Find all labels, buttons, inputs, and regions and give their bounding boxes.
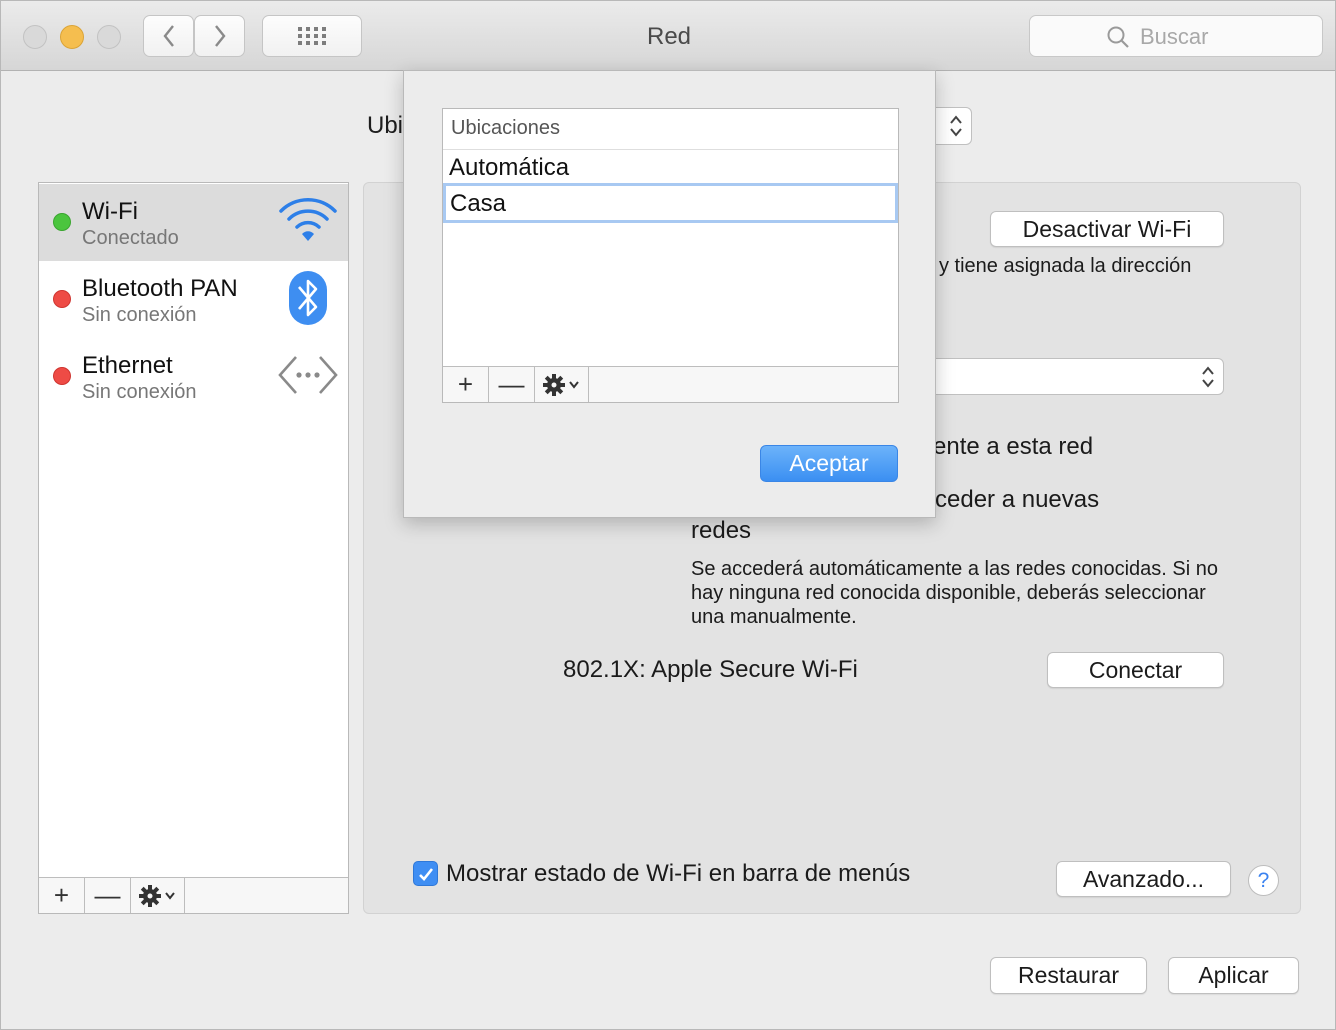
revert-button[interactable]: Restaurar (990, 957, 1147, 994)
service-name: Ethernet (82, 352, 173, 379)
show-wifi-status-checkbox[interactable] (413, 861, 438, 886)
remove-location-button[interactable]: — (489, 367, 535, 402)
service-name: Bluetooth PAN (82, 275, 238, 302)
updown-arrows-icon (1202, 366, 1214, 388)
status-dot-connected (53, 213, 71, 231)
service-item-bluetooth-pan[interactable]: Bluetooth PAN Sin conexión (39, 261, 348, 338)
status-dot-disconnected (53, 367, 71, 385)
advanced-button[interactable]: Avanzado... (1056, 861, 1231, 897)
service-status: Conectado (82, 227, 179, 249)
service-item-ethernet[interactable]: Ethernet Sin conexión (39, 338, 348, 415)
title-bar: Red Buscar (1, 1, 1335, 71)
bluetooth-icon (289, 271, 327, 325)
checkmark-icon (418, 867, 433, 881)
remove-service-button[interactable]: — (85, 878, 131, 913)
ask-join-label-cont: redes (691, 517, 752, 544)
locations-toolbar: + — (443, 366, 898, 402)
ask-join-info-line1: Se accederá automáticamente a las redes … (691, 558, 1218, 580)
location-item-casa[interactable]: Casa (443, 183, 898, 223)
add-location-button[interactable]: + (443, 367, 489, 402)
ask-join-label: ceder a nuevas (935, 486, 1100, 513)
locations-list: Ubicaciones Automática Casa + — (442, 108, 899, 403)
network-preferences-window: Red Buscar Ubicación: Wi-Fi Conectado (0, 0, 1336, 1030)
gear-icon (138, 884, 175, 907)
apply-button[interactable]: Aplicar (1168, 957, 1299, 994)
connect-button[interactable]: Conectar (1047, 652, 1224, 688)
ask-join-info-line3: una manualmente. (691, 606, 857, 628)
dot1x-label: 802.1X: Apple Secure Wi-Fi (563, 656, 858, 683)
turn-wifi-off-button[interactable]: Desactivar Wi-Fi (990, 211, 1224, 247)
service-name: Wi-Fi (82, 198, 138, 225)
status-dot-disconnected (53, 290, 71, 308)
location-actions-button[interactable] (535, 367, 589, 402)
location-item-automatica[interactable]: Automática (449, 154, 569, 182)
ask-join-info-line2: hay ninguna red conocida disponible, deb… (691, 582, 1206, 604)
locations-list-header: Ubicaciones (443, 109, 898, 150)
auto-join-label: ente a esta red (933, 433, 1094, 460)
ethernet-icon (278, 356, 338, 394)
search-field[interactable]: Buscar (1029, 15, 1323, 57)
network-name-popup[interactable] (919, 358, 1224, 395)
search-icon (1107, 26, 1129, 48)
search-placeholder: Buscar (1140, 24, 1209, 49)
service-status: Sin conexión (82, 304, 197, 326)
locations-header-label: Ubicaciones (451, 117, 560, 139)
ok-button[interactable]: Aceptar (760, 445, 898, 482)
show-wifi-status-label: Mostrar estado de Wi-Fi en barra de menú… (446, 860, 911, 887)
service-list: Wi-Fi Conectado Bluetooth PAN Sin conexi… (38, 182, 349, 914)
service-item-wifi[interactable]: Wi-Fi Conectado (39, 184, 348, 261)
service-status: Sin conexión (82, 381, 197, 403)
service-actions-button[interactable] (131, 878, 185, 913)
service-list-toolbar: + — (39, 877, 348, 913)
help-button[interactable]: ? (1248, 865, 1279, 896)
wifi-icon (279, 197, 337, 241)
updown-arrows-icon (950, 115, 962, 137)
location-item-label: Casa (450, 190, 507, 217)
wifi-status-text: i y tiene asignada la dirección (929, 255, 1192, 277)
add-service-button[interactable]: + (39, 878, 85, 913)
gear-icon (542, 373, 579, 396)
edit-locations-sheet: Ubicaciones Automática Casa + — Aceptar (403, 70, 936, 518)
